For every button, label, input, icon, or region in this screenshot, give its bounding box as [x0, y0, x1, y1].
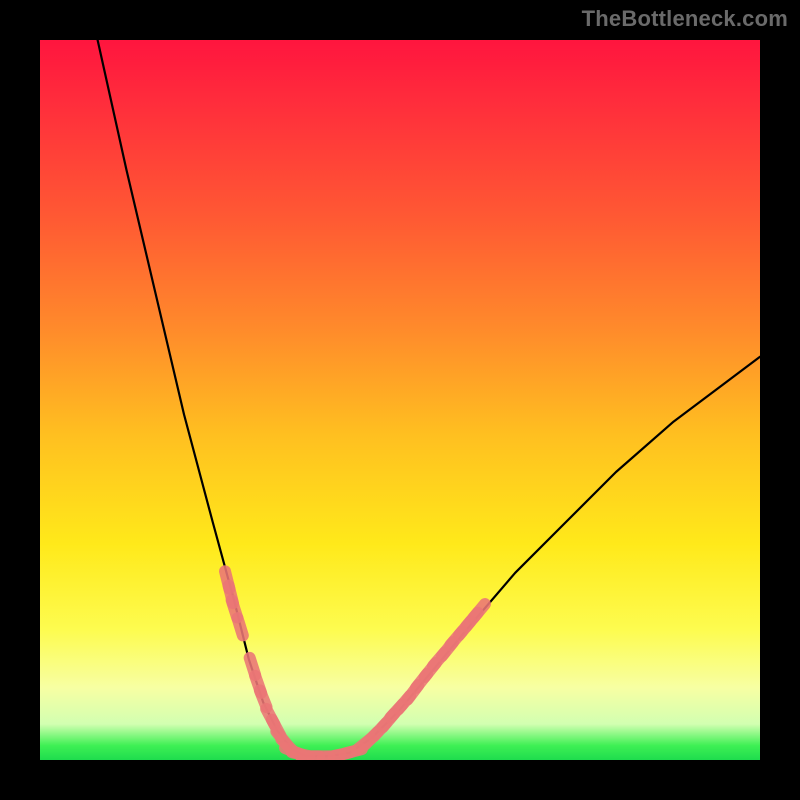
marker-segment	[238, 618, 243, 635]
chart-stage: TheBottleneck.com	[0, 0, 800, 800]
highlight-markers	[40, 40, 760, 760]
watermark-label: TheBottleneck.com	[582, 6, 788, 32]
marker-segment	[473, 604, 485, 618]
plot-area	[40, 40, 760, 760]
